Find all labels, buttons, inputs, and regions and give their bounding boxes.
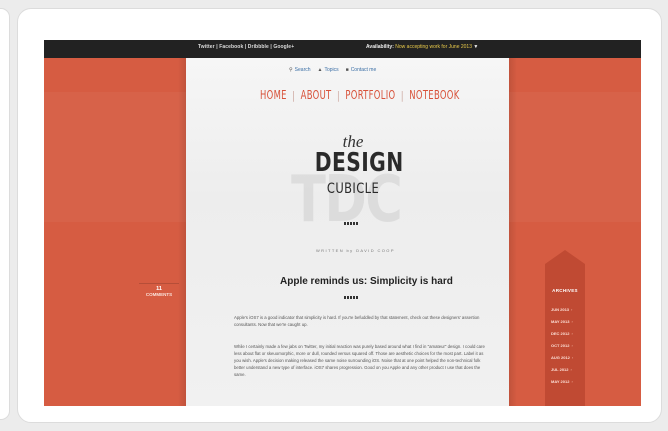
archive-heading: ARCHIVES (552, 288, 578, 293)
nav-portfolio[interactable]: PORTFOLIO (345, 88, 395, 102)
nav-separator: | (336, 88, 340, 102)
availability-caret-icon[interactable]: ▼ (473, 44, 478, 50)
logo-divider (344, 222, 358, 225)
arrow-icon: › (571, 379, 573, 384)
post-paragraph-1: Apple's iOS7 is a good indicator that si… (234, 315, 480, 327)
nav-notebook[interactable]: NOTEBOOK (409, 88, 459, 102)
nav-separator: | (400, 88, 404, 102)
search-link[interactable]: ⚲ Search (289, 67, 311, 73)
nav-separator: | (292, 88, 296, 102)
top-bar: Twitter | Facebook | Dribbble | Google+ … (44, 40, 641, 58)
website-preview: Twitter | Facebook | Dribbble | Google+ … (44, 40, 641, 406)
archive-item[interactable]: JUL 2012 › (551, 364, 573, 376)
mail-icon: ■ (345, 67, 349, 73)
logo-cubicle[interactable]: CUBICLE (321, 181, 385, 197)
archive-ribbon: ARCHIVES JUN 2013 › MAY 2013 › DEC 2012 › O… (545, 250, 585, 406)
logo-design[interactable]: DESIGN (315, 148, 403, 178)
nav-about[interactable]: ABOUT (301, 88, 332, 102)
title-divider (344, 296, 358, 299)
social-links[interactable]: Twitter | Facebook | Dribbble | Google+ (198, 44, 294, 50)
arrow-icon: › (571, 355, 574, 360)
archive-item[interactable]: OCT 2012 › (551, 340, 573, 352)
archive-item[interactable]: AUG 2012 › (551, 352, 573, 364)
contact-link[interactable]: ■ Contact me (346, 67, 377, 73)
availability-notice: Availability: Now accepting work for Jun… (366, 44, 478, 50)
post-title[interactable]: Apple reminds us: Simplicity is hard (280, 276, 453, 287)
search-icon: ⚲ (289, 67, 293, 73)
archive-item[interactable]: MAY 2013 › (551, 316, 573, 328)
post-byline: WRITTEN by DAVID COOP (316, 248, 395, 253)
utility-links: ⚲ Search ▲ Topics ■ Contact me (289, 67, 376, 73)
arrow-icon: › (571, 307, 573, 312)
arrow-icon: › (570, 367, 572, 372)
screenshot-card: Twitter | Facebook | Dribbble | Google+ … (17, 8, 662, 423)
adjacent-card (0, 8, 10, 420)
topics-icon: ▲ (317, 67, 323, 73)
archive-list: JUN 2013 › MAY 2013 › DEC 2012 › OCT 2012 › … (551, 304, 573, 388)
arrow-icon: › (571, 319, 573, 324)
main-nav: HOME | ABOUT | PORTFOLIO | NOTEBOOK (260, 88, 460, 102)
nav-home[interactable]: HOME (260, 88, 287, 102)
availability-text[interactable]: Now accepting work for June 2013 (395, 44, 472, 50)
arrow-icon: › (571, 343, 573, 348)
archive-item[interactable]: MAY 2012 › (551, 376, 573, 388)
topics-link[interactable]: ▲ Topics (318, 67, 339, 73)
comments-label: COMMENTS (145, 292, 173, 297)
availability-label: Availability: (366, 44, 394, 50)
archive-item[interactable]: JUN 2013 › (551, 304, 573, 316)
archive-item[interactable]: DEC 2012 › (551, 328, 573, 340)
ribbon-notch (545, 250, 585, 264)
viewport: Twitter | Facebook | Dribbble | Google+ … (0, 0, 668, 431)
post-paragraph-2: While I certainly made a few jabs on Twi… (234, 344, 485, 377)
arrow-icon: › (571, 331, 573, 336)
comments-count[interactable]: 11 COMMENTS (139, 283, 179, 298)
